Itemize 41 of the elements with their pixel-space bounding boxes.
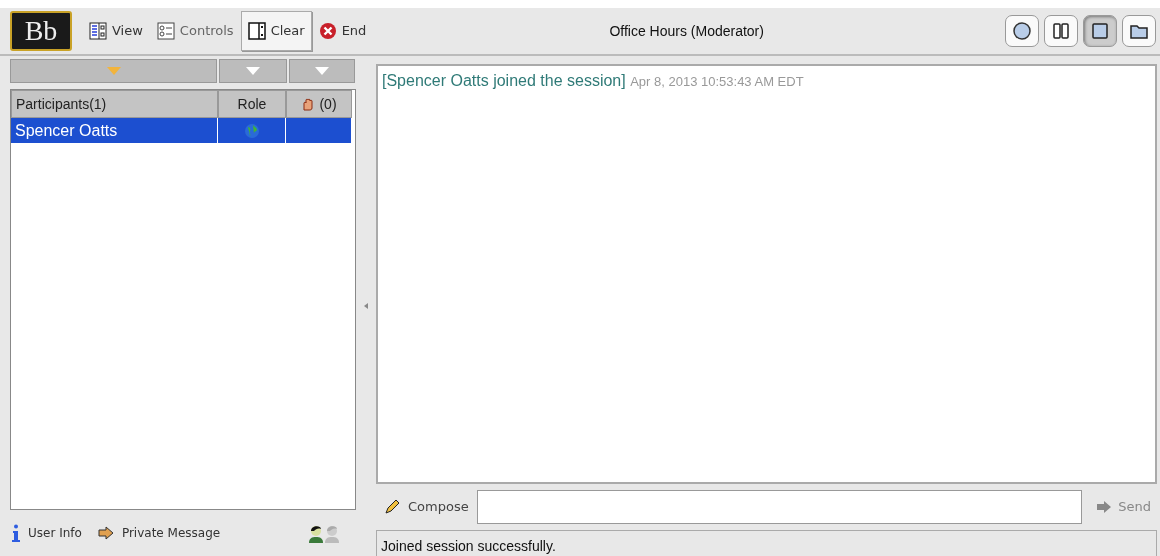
square-icon (1090, 21, 1110, 41)
caret-icon (315, 67, 329, 75)
columns-icon (1051, 21, 1071, 41)
participant-name[interactable]: Spencer Oatts (11, 118, 218, 143)
arrow-icon (1096, 500, 1113, 514)
compose-button[interactable]: Compose (384, 497, 469, 517)
layout-button[interactable] (1005, 15, 1039, 47)
logo: Bb (10, 11, 72, 51)
message-time: Apr 8, 2013 10:53:43 AM EDT (630, 74, 804, 89)
toolbar-button[interactable]: View (82, 11, 150, 51)
column-header[interactable]: Participants(1) (11, 90, 218, 118)
arrow-icon (97, 526, 114, 540)
column-header[interactable]: Role (218, 90, 286, 118)
sort-button[interactable] (10, 59, 217, 83)
window-title: Office Hours (Moderator) (608, 21, 765, 41)
private-message-button[interactable]: Private Message (97, 524, 221, 542)
circle-icon (1012, 21, 1032, 41)
hand-icon (301, 97, 316, 111)
layout-button[interactable] (1122, 15, 1156, 47)
pencil-icon (384, 499, 400, 515)
toolbar-button[interactable]: End (311, 11, 374, 51)
layout-button[interactable] (1083, 15, 1117, 47)
splitter-handle-icon[interactable] (364, 303, 368, 309)
user-info-button[interactable]: User Info (12, 524, 82, 542)
toolbar-button[interactable]: Clear (240, 11, 312, 51)
sort-button[interactable] (289, 59, 355, 83)
view-icon (89, 22, 107, 40)
chat-message: [Spencer Oatts joined the session] (382, 72, 626, 89)
info-icon (12, 524, 20, 542)
globe-icon (243, 122, 260, 139)
layout-button[interactable] (1044, 15, 1078, 47)
message-input[interactable] (476, 490, 1083, 524)
caret-icon (246, 67, 260, 75)
status-bar: Joined session successfully. (376, 530, 1157, 556)
column-header[interactable]: (0) (286, 90, 352, 118)
close-icon (318, 22, 337, 40)
person-icon[interactable] (308, 523, 324, 543)
list-icon (156, 22, 175, 40)
sort-button[interactable] (219, 59, 287, 83)
caret-icon (106, 67, 121, 75)
panel-icon (247, 22, 266, 40)
